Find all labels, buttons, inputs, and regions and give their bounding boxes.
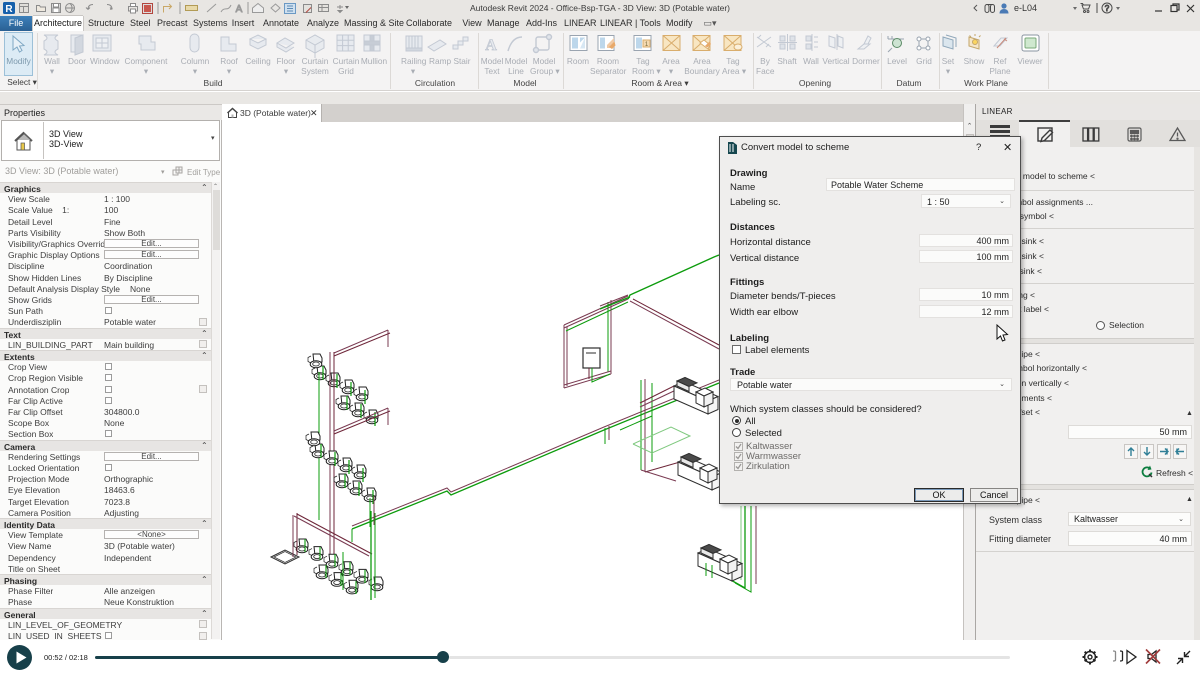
svg-text:A: A — [236, 4, 243, 15]
svg-text:A: A — [485, 37, 497, 54]
svg-text:R: R — [5, 4, 13, 15]
svg-text:e-L04: e-L04 — [1014, 3, 1037, 13]
svg-text:?: ? — [1105, 4, 1110, 13]
